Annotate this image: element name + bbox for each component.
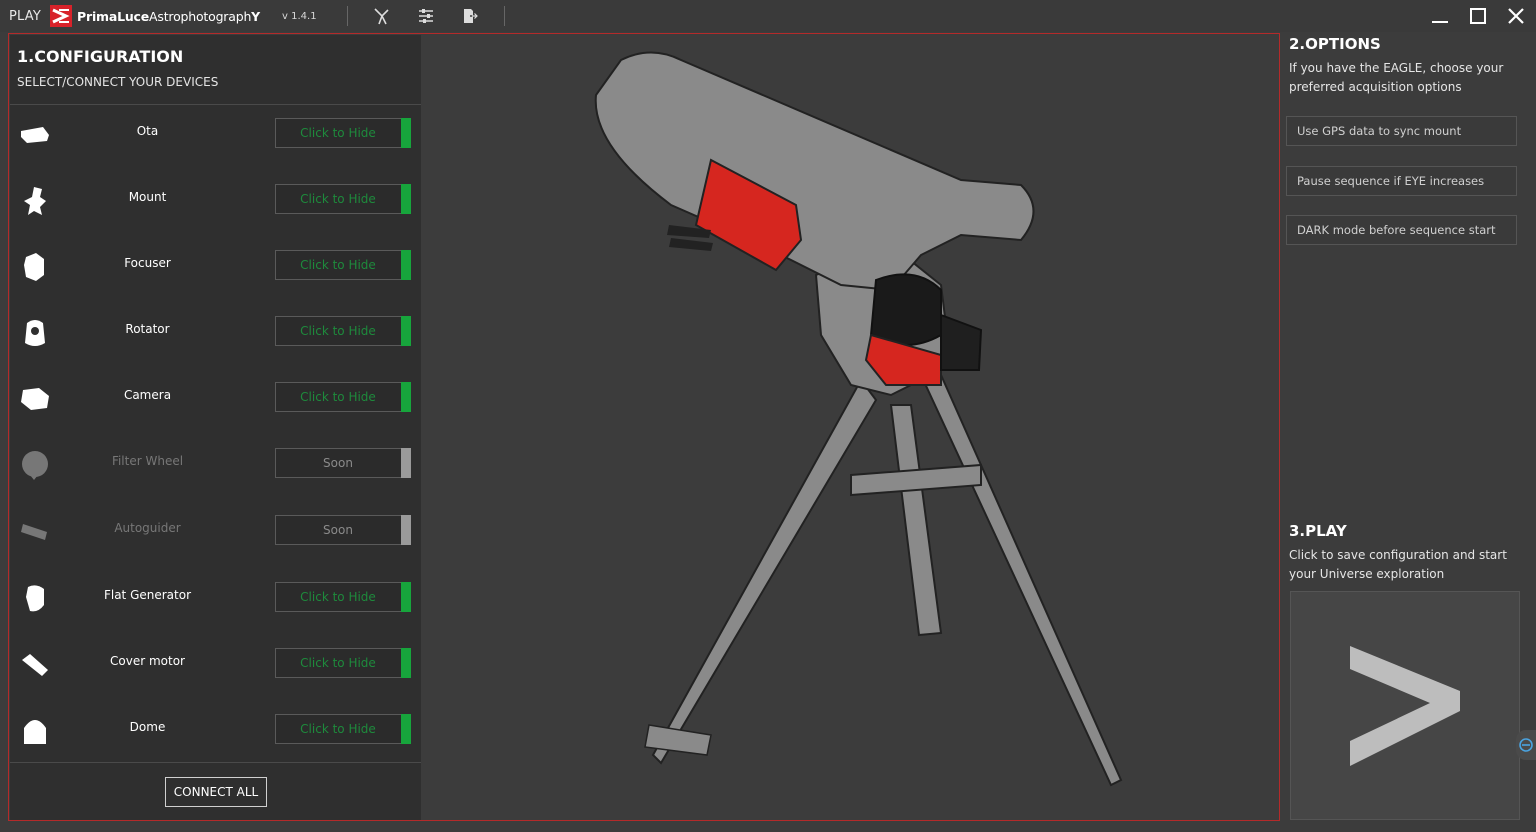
configuration-panel: 1.CONFIGURATION SELECT/CONNECT YOUR DEVI… — [10, 35, 421, 820]
brand-light: Astrophotograph — [149, 8, 252, 24]
device-row-rotator: Rotator Click to Hide — [10, 300, 421, 366]
button-label: Click to Hide — [300, 590, 376, 604]
gps-sync-button[interactable]: Use GPS data to sync mount — [1286, 116, 1517, 146]
maximize-icon[interactable] — [1468, 6, 1488, 26]
device-row-flat-generator: Flat Generator Click to Hide — [10, 566, 421, 632]
status-bar — [401, 582, 411, 612]
device-label: Ota — [136, 124, 159, 138]
device-label: Mount — [128, 190, 167, 204]
button-label: Click to Hide — [300, 258, 376, 272]
device-label: Flat Generator — [103, 588, 192, 602]
filter-wheel-button: Soon — [275, 448, 411, 478]
button-label: Click to Hide — [300, 390, 376, 404]
filter-wheel-icon — [18, 448, 52, 482]
dome-icon — [18, 714, 52, 748]
device-label: Focuser — [124, 256, 171, 270]
telescope-model-icon — [594, 51, 1123, 787]
app-name: PLAY — [9, 8, 42, 24]
status-bar — [401, 448, 411, 478]
play-title: 3.PLAY — [1289, 522, 1347, 540]
play-description: Click to save configuration and start yo… — [1289, 548, 1507, 581]
focuser-toggle-button[interactable]: Click to Hide — [275, 250, 411, 280]
brand-name: PrimaLuceAstrophotographY — [77, 9, 260, 24]
camera-icon — [18, 382, 52, 416]
toolbar-separator — [346, 6, 348, 26]
cover-motor-icon — [18, 648, 52, 682]
close-icon[interactable] — [1506, 6, 1526, 26]
connect-all-button[interactable]: CONNECT ALL — [165, 777, 267, 807]
pause-sequence-button[interactable]: Pause sequence if EYE increases — [1286, 166, 1517, 196]
title-bar: PLAY PrimaLuceAstrophotographY v 1.4.1 — [0, 0, 1536, 32]
device-row-camera: Camera Click to Hide — [10, 366, 421, 432]
flat-generator-toggle-button[interactable]: Click to Hide — [275, 582, 411, 612]
autoguider-button: Soon — [275, 515, 411, 545]
divider — [10, 762, 421, 763]
brand-end: Y — [251, 8, 261, 24]
button-label: Click to Hide — [300, 324, 376, 338]
telescope-tool-icon[interactable] — [372, 6, 392, 26]
status-bar — [401, 648, 411, 678]
options-description: If you have the EAGLE, choose your prefe… — [1289, 61, 1504, 94]
cover-motor-toggle-button[interactable]: Click to Hide — [275, 648, 411, 678]
export-icon[interactable] — [460, 6, 480, 26]
button-label: Soon — [323, 456, 353, 470]
configuration-title: 1.CONFIGURATION — [17, 47, 184, 66]
side-tab-icon[interactable] — [1516, 730, 1536, 760]
button-label: Click to Hide — [300, 656, 376, 670]
ota-icon — [18, 118, 52, 152]
autoguider-icon — [18, 515, 52, 549]
minimize-icon[interactable] — [1430, 6, 1450, 26]
device-row-ota: Ota Click to Hide — [10, 102, 421, 168]
rotator-icon — [18, 316, 52, 350]
dome-toggle-button[interactable]: Click to Hide — [275, 714, 411, 744]
status-bar — [401, 184, 411, 214]
device-row-cover-motor: Cover motor Click to Hide — [10, 632, 421, 698]
device-row-filter-wheel: Filter Wheel Soon — [10, 432, 421, 498]
configuration-subtitle: SELECT/CONNECT YOUR DEVICES — [17, 75, 219, 89]
toolbar-separator — [503, 6, 505, 26]
status-bar — [401, 382, 411, 412]
telescope-viewport[interactable] — [421, 35, 1279, 820]
device-row-autoguider: Autoguider Soon — [10, 499, 421, 565]
status-bar — [401, 714, 411, 744]
device-row-focuser: Focuser Click to Hide — [10, 234, 421, 300]
status-bar — [401, 515, 411, 545]
button-label: Click to Hide — [300, 126, 376, 140]
rotator-toggle-button[interactable]: Click to Hide — [275, 316, 411, 346]
version-label: v 1.4.1 — [282, 10, 317, 22]
dark-mode-button[interactable]: DARK mode before sequence start — [1286, 215, 1517, 245]
status-bar — [401, 316, 411, 346]
device-row-dome: Dome Click to Hide — [10, 698, 421, 764]
primaluce-logo-icon — [50, 5, 73, 27]
mount-toggle-button[interactable]: Click to Hide — [275, 184, 411, 214]
app-window: PLAY PrimaLuceAstrophotographY v 1.4.1 1… — [0, 0, 1536, 832]
device-label: Autoguider — [114, 521, 181, 535]
device-label: Dome — [129, 720, 166, 734]
play-arrow-icon — [1350, 645, 1460, 766]
brand-bold: PrimaLuce — [77, 8, 150, 24]
device-label: Camera — [123, 388, 172, 402]
device-label: Rotator — [125, 322, 170, 336]
focuser-icon — [18, 250, 52, 284]
camera-toggle-button[interactable]: Click to Hide — [275, 382, 411, 412]
device-label: Cover motor — [110, 654, 185, 668]
play-button[interactable] — [1290, 591, 1520, 820]
window-controls — [1430, 6, 1526, 26]
mount-icon — [18, 184, 52, 218]
flat-generator-icon — [18, 582, 52, 616]
button-label: Click to Hide — [300, 192, 376, 206]
status-bar — [401, 118, 411, 148]
device-row-mount: Mount Click to Hide — [10, 168, 421, 234]
status-bar — [401, 250, 411, 280]
options-title: 2.OPTIONS — [1289, 35, 1381, 53]
device-label: Filter Wheel — [111, 454, 184, 468]
button-label: Soon — [323, 523, 353, 537]
ota-toggle-button[interactable]: Click to Hide — [275, 118, 411, 148]
sliders-icon[interactable] — [416, 6, 436, 26]
button-label: Click to Hide — [300, 722, 376, 736]
